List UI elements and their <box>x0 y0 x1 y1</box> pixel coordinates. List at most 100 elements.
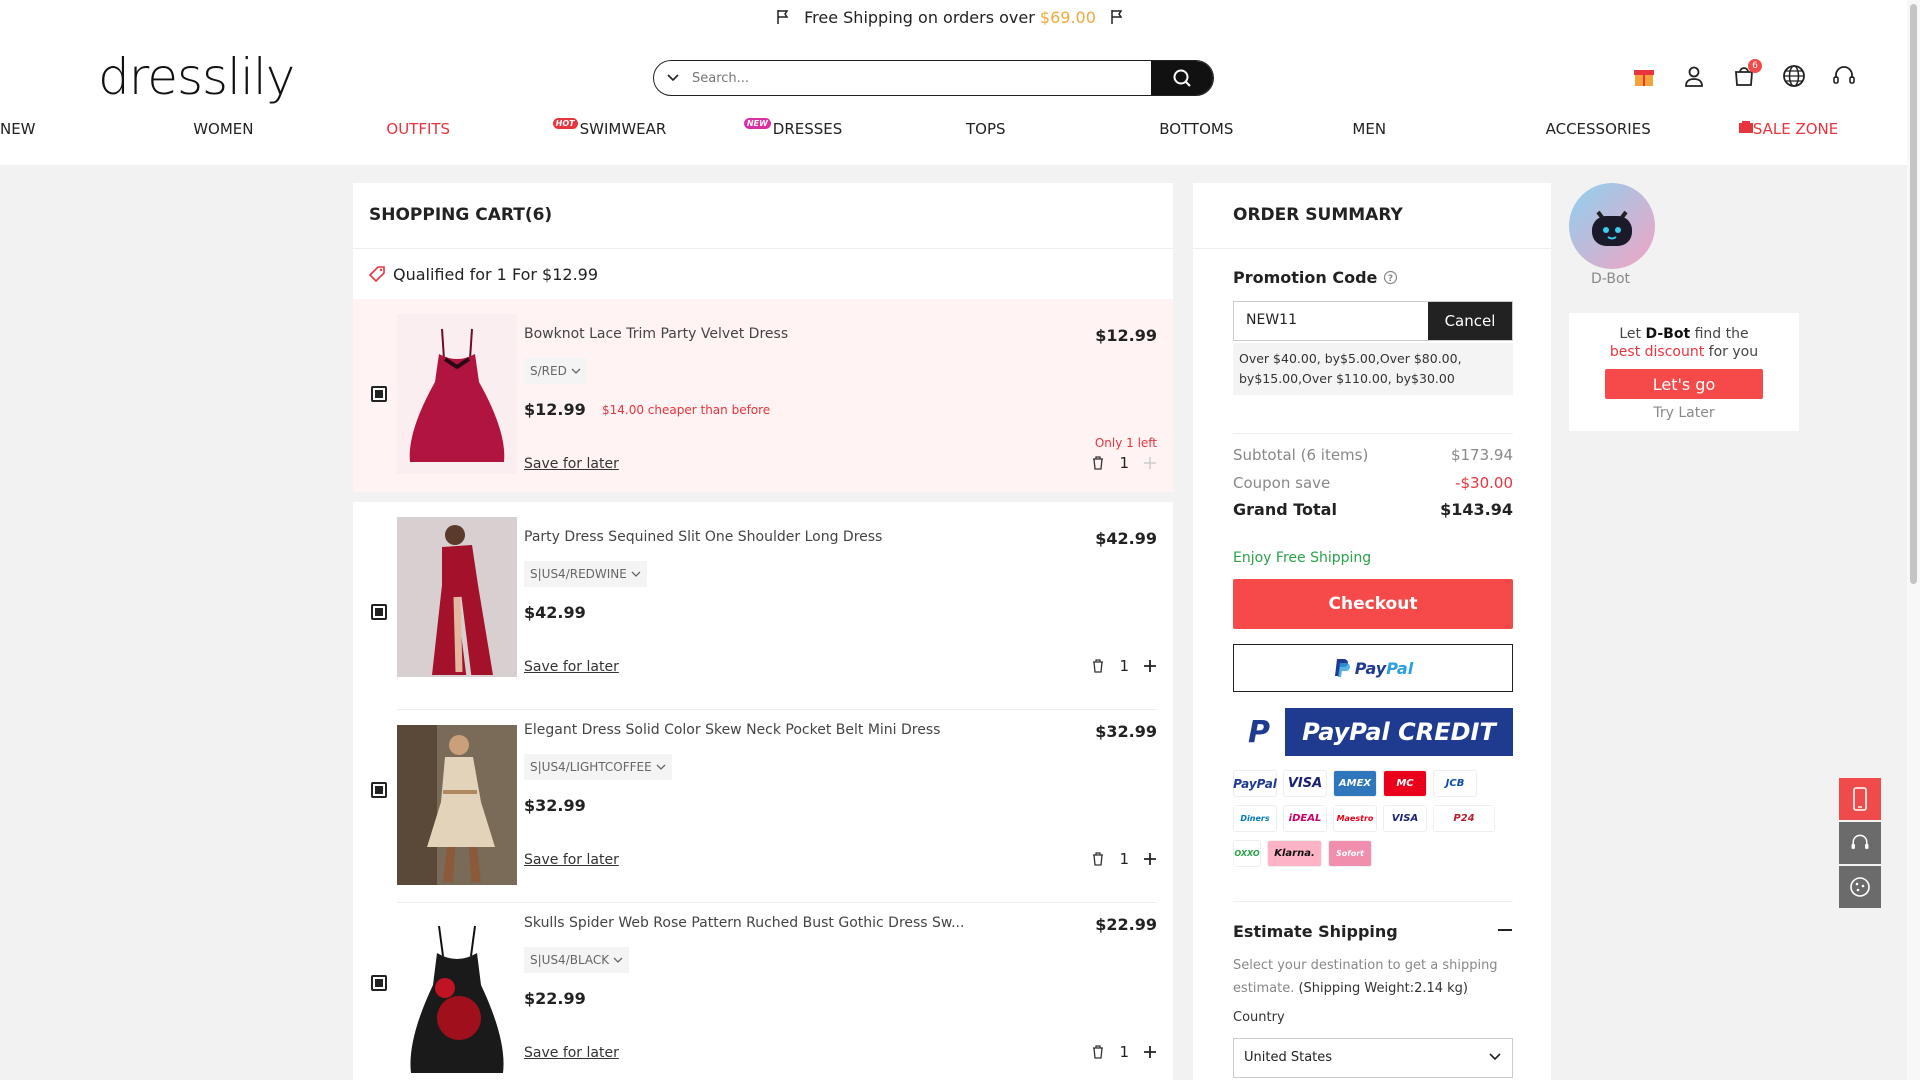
jcb-icon: JCB <box>1433 770 1477 797</box>
nav-label: DRESSES <box>772 120 843 138</box>
item-checkbox[interactable] <box>371 782 387 798</box>
minus-icon[interactable] <box>1497 922 1513 938</box>
nav-outfits[interactable]: OUTFITS HOT <box>386 118 578 138</box>
variant-select[interactable]: S|US4/BLACK <box>524 947 630 973</box>
item-checkbox[interactable] <box>371 975 387 991</box>
page-scrollbar[interactable] <box>1907 0 1920 1080</box>
qualified-banner: Qualified for 1 For $12.99 <box>353 249 1173 299</box>
grand-total-value: $143.94 <box>1440 500 1513 519</box>
nav-new[interactable]: NEW <box>0 120 161 138</box>
item-group: Party Dress Sequined Slit One Shoulder L… <box>353 502 1173 1080</box>
nav-tops[interactable]: TOPS <box>966 120 1127 138</box>
variant-select[interactable]: S/RED <box>524 358 587 384</box>
nav-bottoms[interactable]: BOTTOMS <box>1159 120 1320 138</box>
nav-women[interactable]: WOMEN <box>193 120 354 138</box>
help-icon[interactable]: ? <box>1383 270 1398 285</box>
site-logo[interactable]: dresslily <box>98 48 295 106</box>
product-image[interactable] <box>397 918 517 1078</box>
trash-icon[interactable] <box>1091 456 1105 470</box>
save-for-later-link[interactable]: Save for later <box>524 852 619 868</box>
product-image[interactable] <box>397 725 517 885</box>
paypal-card-icon: PayPal <box>1233 770 1277 797</box>
support-button[interactable] <box>1839 822 1881 864</box>
hot-badge: HOT <box>552 118 578 129</box>
estimate-shipping-header[interactable]: Estimate Shipping <box>1233 901 1513 941</box>
nav-sale-zone[interactable]: SALE ZONE <box>1738 120 1900 138</box>
unit-price: $32.99 <box>524 796 586 815</box>
flag-icon <box>777 10 789 24</box>
ideal-icon: iDEAL <box>1283 805 1327 832</box>
save-for-later-link[interactable]: Save for later <box>524 659 619 675</box>
item-checkbox[interactable] <box>371 386 387 402</box>
nav-label: TOPS <box>966 120 1006 138</box>
promo-info: Over $40.00, by$5.00,Over $80.00, by$15.… <box>1233 343 1513 395</box>
payment-methods: PayPal VISA AMEX MC JCB Diners iDEAL Mae… <box>1233 770 1513 867</box>
product-name[interactable]: Skulls Spider Web Rose Pattern Ruched Bu… <box>524 915 964 931</box>
paypal-credit-button[interactable]: P PayPal CREDIT <box>1233 708 1513 756</box>
summary-title: ORDER SUMMARY <box>1193 183 1551 249</box>
variant-label: S|US4/BLACK <box>530 953 610 967</box>
save-for-later-link[interactable]: Save for later <box>524 1045 619 1061</box>
trash-icon[interactable] <box>1091 852 1105 866</box>
promo-code-input[interactable]: NEW11 <box>1234 302 1428 340</box>
gift-icon[interactable] <box>1630 62 1658 90</box>
search-button[interactable] <box>1151 61 1213 95</box>
header-icons: 6 <box>1630 59 1858 90</box>
product-name[interactable]: Elegant Dress Solid Color Skew Neck Pock… <box>524 722 940 738</box>
svg-text:?: ? <box>1388 274 1393 284</box>
paypal-text-a: Pay <box>1354 658 1387 678</box>
save-for-later-link[interactable]: Save for later <box>524 456 619 472</box>
mobile-app-button[interactable] <box>1839 778 1881 820</box>
search-input[interactable] <box>692 67 1112 89</box>
variant-select[interactable]: S|US4/REDWINE <box>524 561 647 587</box>
plus-icon[interactable] <box>1143 852 1157 866</box>
variant-label: S/RED <box>530 364 567 378</box>
nav-accessories[interactable]: ACCESSORIES <box>1546 120 1707 138</box>
product-name[interactable]: Bowknot Lace Trim Party Velvet Dress <box>524 326 788 342</box>
chevron-down-icon[interactable] <box>666 71 680 85</box>
plus-icon[interactable] <box>1143 456 1157 470</box>
scrollbar-thumb[interactable] <box>1910 4 1917 584</box>
subtotal-label: Subtotal (6 items) <box>1233 446 1369 464</box>
trash-icon[interactable] <box>1091 659 1105 673</box>
globe-icon[interactable] <box>1780 62 1808 90</box>
variant-label: S|US4/LIGHTCOFFEE <box>530 760 652 774</box>
country-select[interactable]: United States <box>1233 1038 1513 1078</box>
user-icon[interactable] <box>1680 62 1708 90</box>
tag-icon <box>369 266 385 283</box>
product-image[interactable] <box>397 314 517 474</box>
qualified-text: Qualified for 1 For $12.99 <box>393 264 599 284</box>
item-checkbox[interactable] <box>371 604 387 620</box>
promo-code-field: NEW11 Cancel <box>1233 301 1513 341</box>
estimate-shipping-desc: Select your destination to get a shippin… <box>1233 954 1513 1000</box>
headset-icon[interactable] <box>1830 62 1858 90</box>
nav-swimwear[interactable]: SWIMWEAR NEW <box>579 118 771 138</box>
diners-club-icon: Diners <box>1233 805 1277 832</box>
cart-item: Bowknot Lace Trim Party Velvet Dress $12… <box>353 314 1173 479</box>
paypal-button[interactable]: Pay Pal <box>1233 644 1513 692</box>
variant-select[interactable]: S|US4/LIGHTCOFFEE <box>524 754 672 780</box>
cookie-settings-button[interactable] <box>1839 866 1881 908</box>
sale-tag-icon <box>1738 121 1753 133</box>
plus-icon[interactable] <box>1143 659 1157 673</box>
promotion-code-label: Promotion Code ? <box>1233 268 1513 287</box>
lets-go-button[interactable]: Let's go <box>1605 369 1763 399</box>
nav-label: NEW <box>0 120 36 138</box>
nav-label: SWIMWEAR <box>579 120 667 138</box>
product-name[interactable]: Party Dress Sequined Slit One Shoulder L… <box>524 529 882 545</box>
nav-dresses[interactable]: DRESSES <box>773 120 934 138</box>
product-image[interactable] <box>397 517 517 677</box>
try-later-link[interactable]: Try Later <box>1569 405 1799 421</box>
promo-group: Bowknot Lace Trim Party Velvet Dress $12… <box>353 299 1173 492</box>
cart-title: SHOPPING CART(6) <box>353 183 1173 249</box>
product-price: $32.99 <box>1095 722 1157 741</box>
cart-icon[interactable]: 6 <box>1730 59 1762 90</box>
trash-icon[interactable] <box>1091 1045 1105 1059</box>
cancel-button[interactable]: Cancel <box>1428 302 1512 340</box>
dbot-avatar[interactable] <box>1569 183 1655 269</box>
promo-bar: Free Shipping on orders over $69.00 <box>0 8 1900 27</box>
checkout-button[interactable]: Checkout <box>1233 579 1513 629</box>
subtotal-value: $173.94 <box>1450 446 1513 464</box>
nav-men[interactable]: MEN <box>1352 120 1513 138</box>
plus-icon[interactable] <box>1143 1045 1157 1059</box>
